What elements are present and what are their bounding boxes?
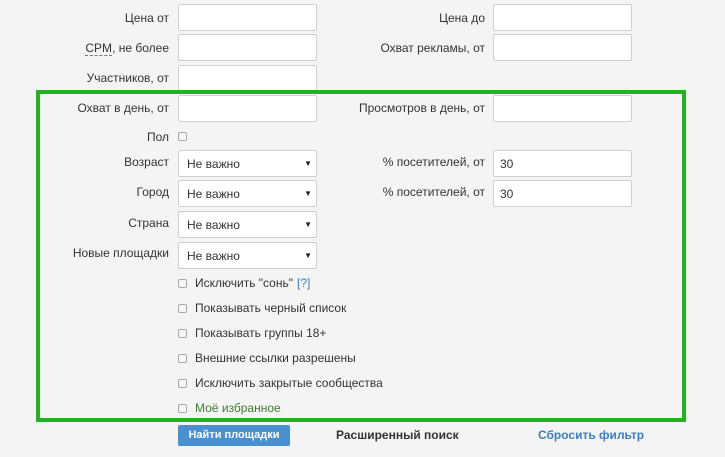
dropdown-arrow-icon: ▼ bbox=[304, 220, 312, 229]
members-label: Участников, от bbox=[86, 71, 169, 85]
price-to-label: Цена до bbox=[439, 11, 485, 25]
external-links-checkbox[interactable] bbox=[178, 354, 187, 363]
daily-reach-input[interactable] bbox=[178, 95, 317, 122]
gender-label: Пол bbox=[146, 130, 169, 144]
gender-checkbox[interactable] bbox=[178, 132, 187, 141]
find-sites-button[interactable]: Найти площадки bbox=[178, 425, 290, 446]
members-input[interactable] bbox=[178, 65, 317, 92]
cpm-input[interactable] bbox=[178, 34, 317, 61]
price-from-input[interactable] bbox=[178, 4, 317, 31]
cpm-suffix: , не более bbox=[112, 41, 169, 55]
dropdown-arrow-icon: ▼ bbox=[304, 251, 312, 260]
cpm-abbr[interactable]: CPM bbox=[85, 41, 113, 56]
country-select-value: Не важно bbox=[187, 218, 240, 232]
daily-views-input[interactable] bbox=[493, 95, 632, 122]
my-favorites-label[interactable]: Моё избранное bbox=[195, 401, 281, 415]
country-label: Страна bbox=[128, 216, 169, 230]
help-hint-link[interactable]: [?] bbox=[297, 276, 310, 290]
show-18plus-label[interactable]: Показывать группы 18+ bbox=[195, 326, 326, 340]
ad-reach-label: Охват рекламы, от bbox=[380, 41, 485, 55]
new-sites-label: Новые площадки bbox=[72, 246, 169, 260]
reset-filter-link[interactable]: Сбросить фильтр bbox=[538, 428, 644, 442]
city-select[interactable]: Не важно ▼ bbox=[178, 180, 317, 207]
new-sites-select-value: Не важно bbox=[187, 249, 240, 263]
external-links-label[interactable]: Внешние ссылки разрешены bbox=[195, 351, 356, 365]
city-visitors-label: % посетителей, от bbox=[382, 185, 485, 199]
my-favorites-checkbox[interactable] bbox=[178, 404, 187, 413]
age-visitors-input[interactable] bbox=[493, 150, 632, 177]
dropdown-arrow-icon: ▼ bbox=[304, 189, 312, 198]
age-select[interactable]: Не важно ▼ bbox=[178, 150, 317, 177]
age-label: Возраст bbox=[124, 155, 169, 169]
price-from-label: Цена от bbox=[124, 11, 169, 25]
exclude-sleepy-text: Исключить "сонь" bbox=[195, 276, 293, 290]
exclude-sleepy-checkbox[interactable] bbox=[178, 279, 187, 288]
exclude-sleepy-label[interactable]: Исключить "сонь" [?] bbox=[195, 276, 310, 290]
show-18plus-checkbox[interactable] bbox=[178, 329, 187, 338]
country-select[interactable]: Не важно ▼ bbox=[178, 211, 317, 238]
exclude-closed-checkbox[interactable] bbox=[178, 379, 187, 388]
city-select-value: Не важно bbox=[187, 187, 240, 201]
price-to-input[interactable] bbox=[493, 4, 632, 31]
age-visitors-label: % посетителей, от bbox=[382, 155, 485, 169]
cpm-label: CPM, не более bbox=[85, 41, 169, 56]
city-label: Город bbox=[136, 185, 169, 199]
new-sites-select[interactable]: Не важно ▼ bbox=[178, 242, 317, 269]
exclude-closed-label[interactable]: Исключить закрытые сообщества bbox=[195, 376, 383, 390]
age-select-value: Не важно bbox=[187, 157, 240, 171]
ad-reach-input[interactable] bbox=[493, 34, 632, 61]
city-visitors-input[interactable] bbox=[493, 180, 632, 207]
advanced-search-link[interactable]: Расширенный поиск bbox=[336, 428, 459, 442]
show-blacklist-label[interactable]: Показывать черный список bbox=[195, 301, 346, 315]
show-blacklist-checkbox[interactable] bbox=[178, 304, 187, 313]
daily-reach-label: Охват в день, от bbox=[77, 101, 169, 115]
dropdown-arrow-icon: ▼ bbox=[304, 159, 312, 168]
daily-views-label: Просмотров в день, от bbox=[358, 101, 485, 115]
